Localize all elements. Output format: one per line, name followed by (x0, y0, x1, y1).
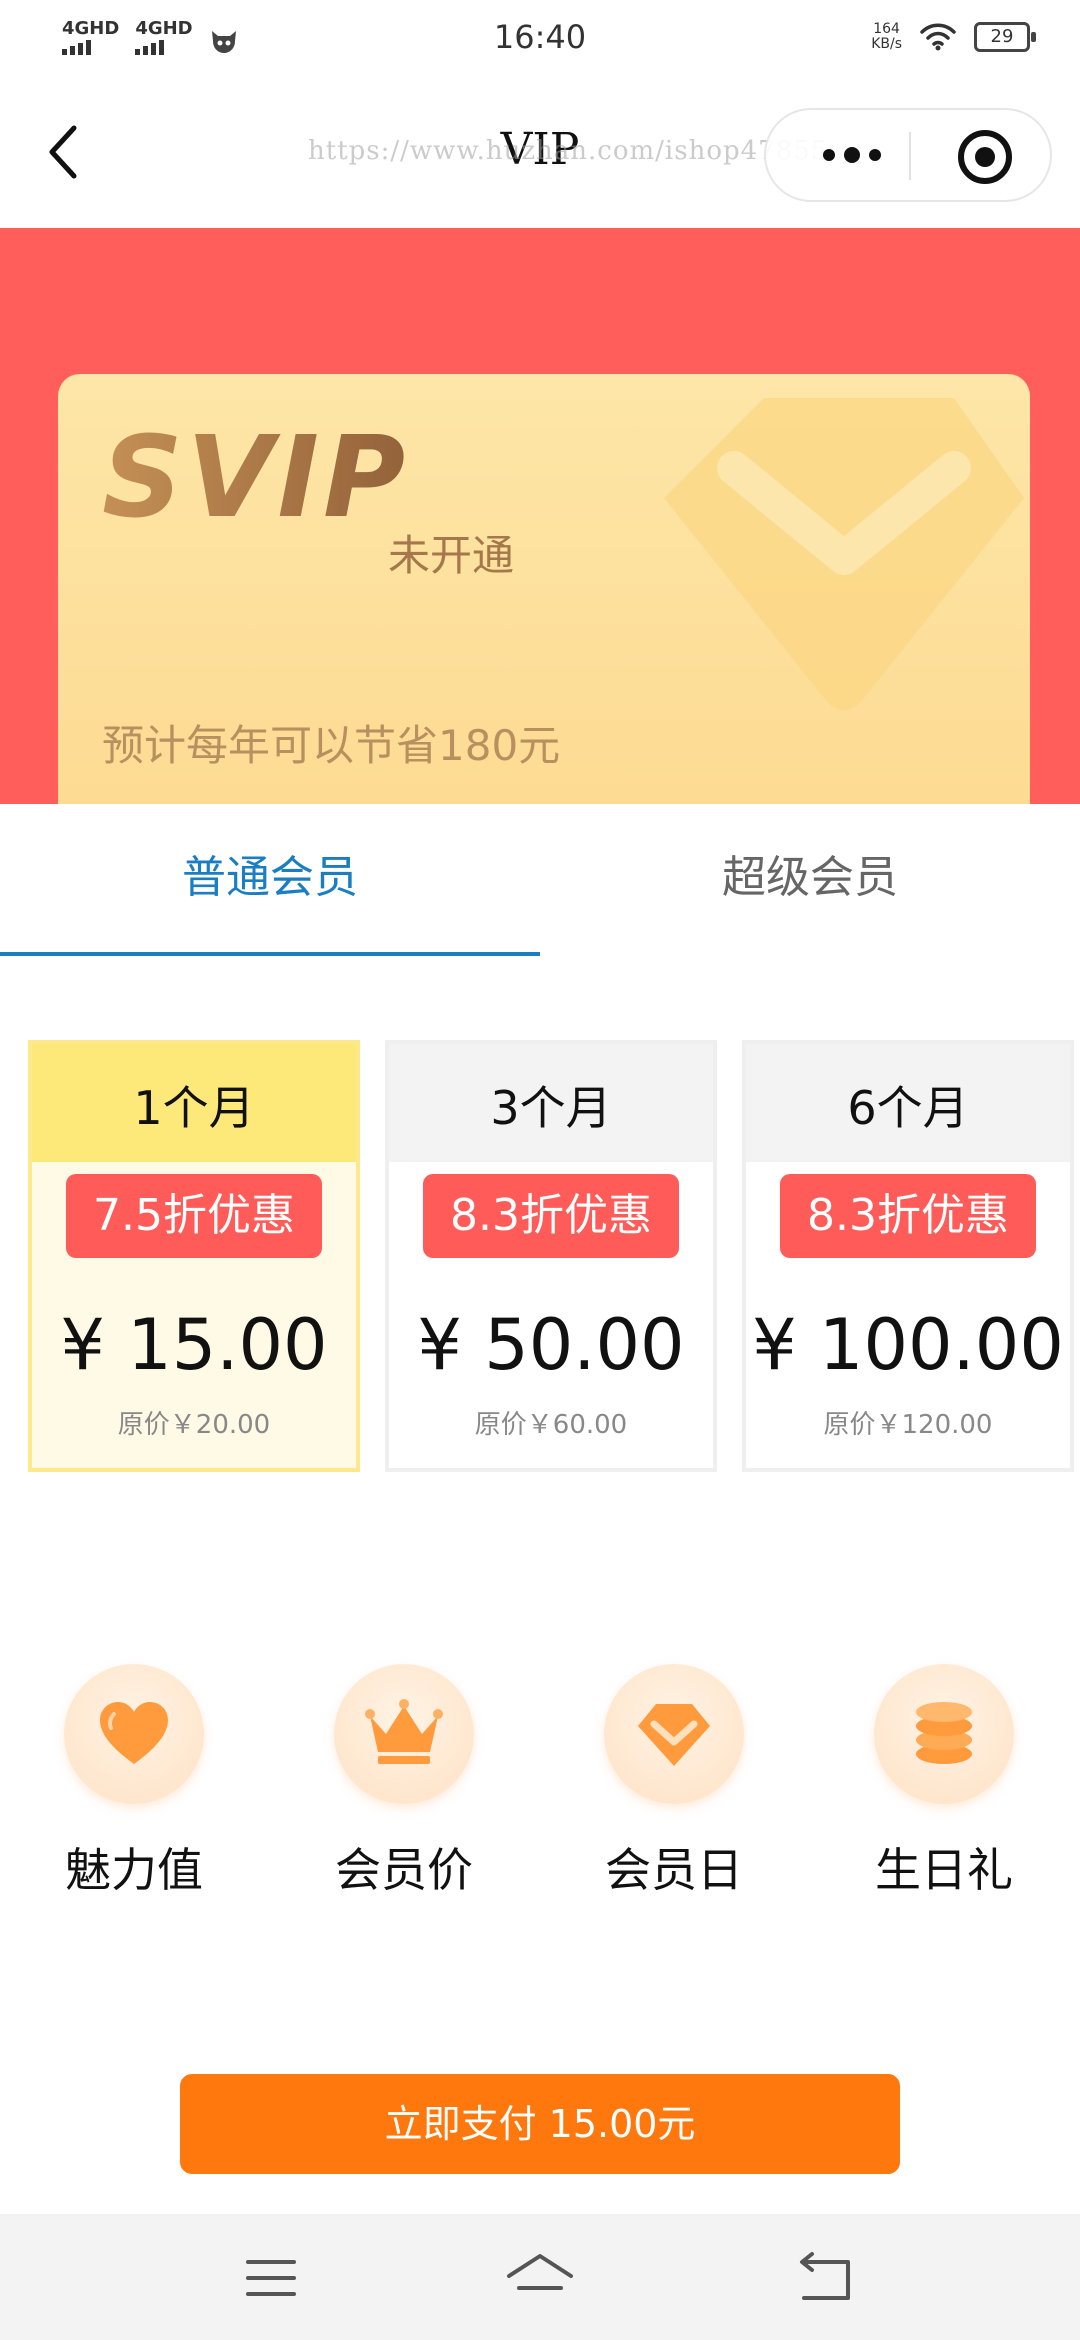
diamond-icon (638, 1704, 710, 1766)
tab-super-member[interactable]: 超级会员 (540, 804, 1080, 956)
battery-icon: 29 (974, 22, 1036, 52)
system-nav-bar (0, 2214, 1080, 2340)
membership-status: 未开通 (388, 531, 515, 580)
tab-active-indicator (0, 952, 540, 956)
system-menu-button[interactable] (236, 2248, 306, 2308)
benefit-label: 会员价 (335, 1843, 473, 1897)
network-speed-unit: KB/s (871, 36, 902, 52)
benefit-member-day[interactable]: 会员日 (554, 1664, 774, 1914)
pay-now-button[interactable]: 立即支付 15.00元 (180, 2074, 900, 2174)
more-dot-icon (844, 147, 860, 163)
plan-price: ¥ 100.00 (752, 1304, 1064, 1386)
tab-normal-member[interactable]: 普通会员 (0, 804, 540, 956)
target-close-icon (958, 130, 1012, 184)
plan-discount-badge: 8.3折优惠 (423, 1174, 679, 1258)
plan-card-1-month[interactable]: 1个月 7.5折优惠 ¥ 15.00 原价￥20.00 (28, 1040, 360, 1472)
crown-icon (365, 1699, 443, 1764)
watermark-text: https://www.huzhan.com/ishop47855 (308, 136, 829, 166)
diamond-watermark-icon (664, 398, 1024, 710)
benefit-label: 生日礼 (875, 1843, 1013, 1897)
plan-discount-badge: 7.5折优惠 (66, 1174, 322, 1258)
more-button[interactable] (802, 110, 902, 200)
plan-price: ¥ 50.00 (417, 1304, 685, 1386)
savings-text: 预计每年可以节省180元 (102, 721, 561, 770)
benefit-icon-circle (334, 1664, 474, 1804)
system-back-button[interactable] (790, 2248, 860, 2308)
svip-logo: SVIP (102, 424, 409, 534)
svip-logo-text: SVIP (102, 424, 409, 534)
benefit-charm[interactable]: 魅力值 (14, 1664, 234, 1914)
menu-icon (246, 2260, 296, 2296)
home-icon (507, 2254, 573, 2290)
benefit-icon-circle (874, 1664, 1014, 1804)
heart-icon (100, 1702, 168, 1764)
benefit-icon-circle (64, 1664, 204, 1804)
system-home-button[interactable] (505, 2248, 575, 2308)
svip-card: SVIP 未开通 预计每年可以节省180元 (58, 374, 1030, 804)
hero-banner: SVIP 未开通 预计每年可以节省180元 (0, 228, 1080, 804)
coins-icon (916, 1702, 972, 1764)
membership-tabs: 普通会员 超级会员 (0, 804, 1080, 956)
more-dot-icon (823, 149, 835, 161)
plan-duration: 1个月 (32, 1044, 356, 1162)
capsule-divider (909, 132, 911, 180)
plan-original-price: 原价￥20.00 (117, 1410, 271, 1440)
network-speed-value: 164 (873, 21, 900, 37)
mini-program-capsule (764, 108, 1052, 202)
status-bar: 4GHD 4GHD 16:40 164 KB/s 29 (0, 0, 1080, 80)
plan-card-6-months[interactable]: 6个月 8.3折优惠 ¥ 100.00 原价￥120.00 (742, 1040, 1074, 1472)
benefit-member-price[interactable]: 会员价 (284, 1664, 504, 1914)
status-right: 164 KB/s 29 (871, 22, 1036, 52)
benefit-label: 会员日 (605, 1843, 743, 1897)
network-speed: 164 KB/s (871, 22, 902, 52)
wifi-icon (920, 23, 956, 51)
battery-level: 29 (990, 26, 1014, 47)
plan-card-3-months[interactable]: 3个月 8.3折优惠 ¥ 50.00 原价￥60.00 (385, 1040, 717, 1472)
plan-duration: 3个月 (389, 1044, 713, 1162)
plan-original-price: 原价￥120.00 (823, 1410, 993, 1440)
plan-original-price: 原价￥60.00 (474, 1410, 628, 1440)
close-mini-program-button[interactable] (956, 128, 1014, 186)
plan-duration: 6个月 (746, 1044, 1070, 1162)
plan-price: ¥ 15.00 (60, 1304, 328, 1386)
nav-bar: VIP https://www.huzhan.com/ishop47855 (0, 80, 1080, 228)
more-dot-icon (869, 149, 881, 161)
benefit-icon-circle (604, 1664, 744, 1804)
benefit-birthday-gift[interactable]: 生日礼 (824, 1664, 1044, 1914)
benefit-label: 魅力值 (65, 1843, 203, 1897)
return-icon (800, 2252, 850, 2300)
plan-discount-badge: 8.3折优惠 (780, 1174, 1036, 1258)
